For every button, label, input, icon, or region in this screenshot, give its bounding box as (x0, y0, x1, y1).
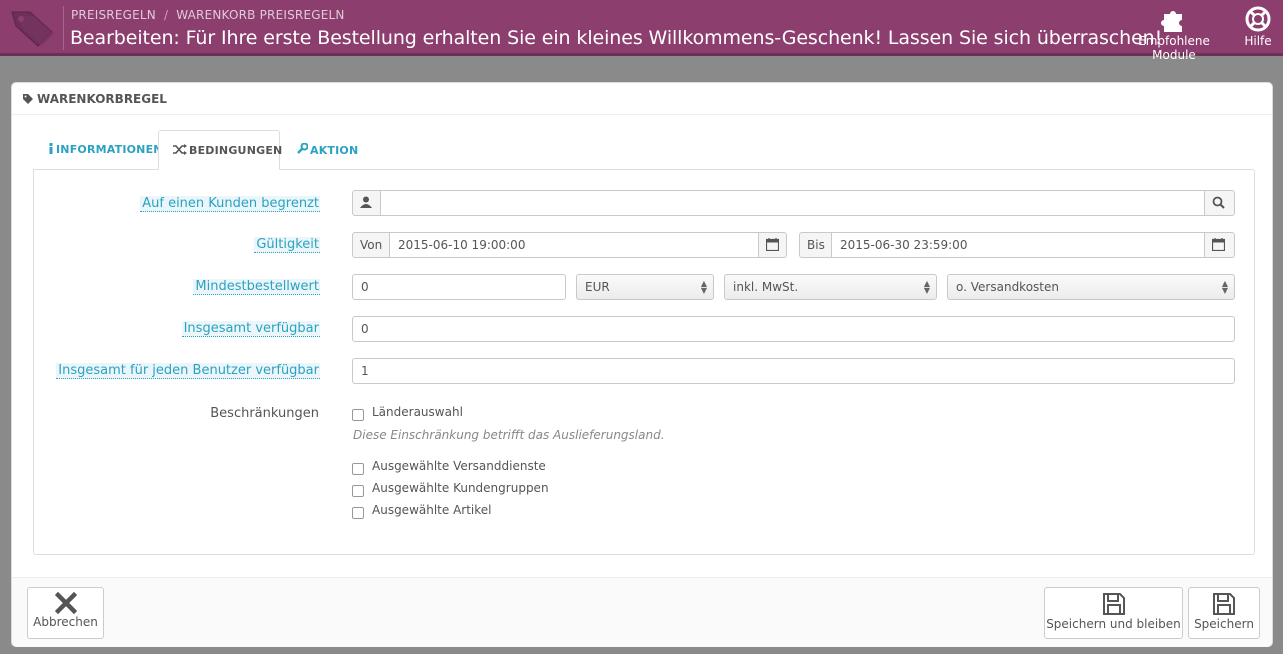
breadcrumb: PREISREGELN / WARENKORB PREISREGELN (71, 8, 345, 22)
floppy-disk-icon (1213, 593, 1235, 615)
customer-addon (352, 190, 381, 216)
min-amount-input[interactable]: 0 (352, 274, 566, 300)
recommended-modules-button[interactable]: Empfohlene Module (1118, 6, 1230, 62)
cancel-button[interactable]: Abbrechen (27, 587, 104, 639)
product-restriction-label[interactable]: Ausgewählte Artikel (372, 503, 492, 517)
group-restriction-checkbox[interactable] (352, 485, 364, 497)
lifebuoy-icon (1245, 6, 1271, 32)
shipping-value: o. Versandkosten (956, 280, 1059, 294)
info-icon (49, 143, 53, 154)
page-header: PREISREGELN / WARENKORB PREISREGELN Bearbe… (0, 0, 1283, 62)
tab-informationen[interactable]: INFORMATIONEN (34, 130, 163, 170)
panel-heading-text: WARENKORBREGEL (37, 92, 167, 106)
tab-label: AKTION (310, 144, 359, 157)
carrier-restriction-checkbox[interactable] (352, 463, 364, 475)
tag-icon (23, 94, 33, 104)
from-date-input[interactable]: 2015-06-10 19:00:00 (389, 232, 759, 258)
floppy-disk-icon (1102, 593, 1125, 615)
to-date-input[interactable]: 2015-06-30 23:59:00 (831, 232, 1205, 258)
search-icon (1212, 196, 1225, 209)
to-addon: Bis (799, 232, 832, 258)
tab-label: INFORMATIONEN (56, 143, 163, 156)
header-divider (63, 6, 64, 50)
customer-search-input[interactable] (380, 190, 1205, 216)
customer-search-button[interactable] (1204, 190, 1235, 216)
puzzle-icon (1161, 11, 1182, 32)
per-user-label: Insgesamt für jeden Benutzer verfügbar (56, 363, 320, 379)
total-available-label: Insgesamt verfügbar (181, 321, 320, 337)
to-calendar-button[interactable] (1204, 232, 1235, 258)
from-addon: Von (352, 232, 390, 258)
select-arrows-icon: ▲ ▼ (1221, 279, 1228, 295)
tax-select[interactable]: inkl. MwSt. ▲ ▼ (724, 274, 937, 300)
page-title: Bearbeiten: Für Ihre erste Bestellung er… (70, 27, 1163, 49)
currency-select[interactable]: EUR ▲ ▼ (576, 274, 714, 300)
help-label: Hilfe (1244, 34, 1272, 48)
validity-label: Gültigkeit (254, 237, 320, 253)
select-arrows-icon: ▲ ▼ (700, 279, 707, 295)
conditions-tab-content: Auf einen Kunden begrenzt Gültigkeit Von… (33, 169, 1255, 555)
cancel-label: Abbrechen (33, 615, 98, 629)
price-tag-logo-icon (11, 11, 54, 47)
tab-aktion[interactable]: AKTION (282, 130, 362, 170)
recommended-modules-label: Empfohlene Module (1138, 34, 1210, 62)
close-icon (54, 592, 77, 614)
select-arrows-icon: ▲ ▼ (923, 279, 930, 295)
product-restriction-checkbox[interactable] (352, 507, 364, 519)
breadcrumb-separator: / (163, 8, 169, 22)
carrier-restriction-label[interactable]: Ausgewählte Versanddienste (372, 459, 546, 473)
tab-label: BEDINGUNGEN (189, 144, 283, 157)
from-calendar-button[interactable] (758, 232, 787, 258)
calendar-icon (1211, 238, 1226, 252)
total-available-input[interactable]: 0 (352, 316, 1235, 342)
user-icon (360, 196, 372, 208)
customer-limit-label: Auf einen Kunden begrenzt (140, 196, 320, 212)
country-restriction-hint: Diese Einschränkung betrifft das Auslief… (353, 428, 665, 442)
breadcrumb-item-price-rules[interactable]: PREISREGELN (71, 8, 156, 22)
restrictions-label: Beschränkungen (210, 406, 319, 421)
panel-footer: Abbrechen Speichern und bleiben Speicher… (12, 577, 1272, 647)
shuffle-icon (173, 144, 187, 155)
save-and-stay-button[interactable]: Speichern und bleiben (1044, 587, 1183, 639)
calendar-icon (765, 238, 780, 252)
save-label: Speichern (1194, 617, 1254, 631)
country-restriction-checkbox[interactable] (352, 409, 364, 421)
min-amount-label: Mindestbestellwert (193, 279, 320, 295)
wrench-icon (297, 142, 309, 154)
tax-value: inkl. MwSt. (733, 280, 799, 294)
breadcrumb-item-cart-rules[interactable]: WARENKORB PREISREGELN (176, 8, 344, 22)
tab-bedingungen[interactable]: BEDINGUNGEN (158, 130, 283, 170)
shipping-select[interactable]: o. Versandkosten ▲ ▼ (947, 274, 1235, 300)
country-restriction-label[interactable]: Länderauswahl (372, 405, 463, 419)
group-restriction-label[interactable]: Ausgewählte Kundengruppen (372, 481, 549, 495)
save-button[interactable]: Speichern (1188, 587, 1260, 639)
panel-heading: WARENKORBREGEL (12, 83, 1272, 115)
per-user-input[interactable]: 1 (352, 358, 1235, 384)
save-and-stay-label: Speichern und bleiben (1046, 617, 1181, 631)
cart-rule-panel: WARENKORBREGEL INFORMATIONEN BEDINGUNGEN… (11, 82, 1273, 647)
currency-value: EUR (585, 280, 610, 294)
help-button[interactable]: Hilfe (1240, 6, 1276, 48)
